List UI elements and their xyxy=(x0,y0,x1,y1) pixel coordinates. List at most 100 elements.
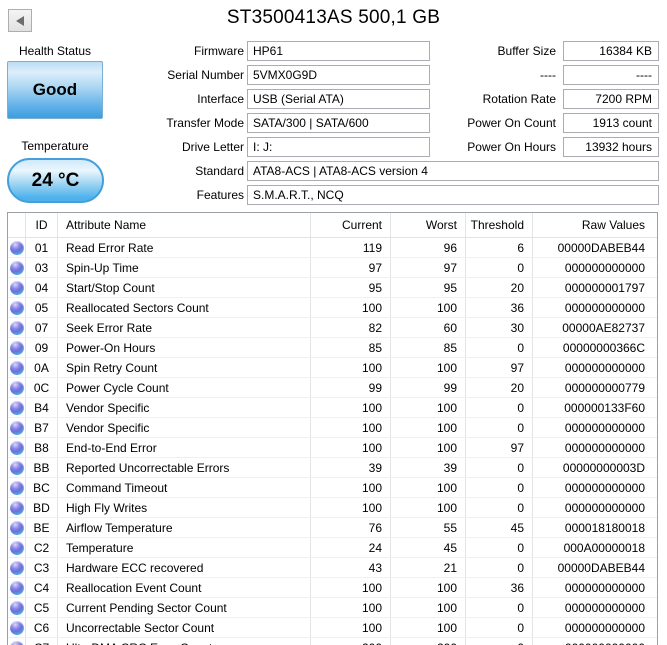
cell-name: Temperature xyxy=(58,538,311,557)
field-label: Buffer Size xyxy=(497,44,556,58)
cell-current: 82 xyxy=(311,318,391,337)
status-cell xyxy=(8,378,26,397)
field-value: USB (Serial ATA) xyxy=(253,92,344,106)
header-Current[interactable]: Current xyxy=(311,213,391,237)
cell-name: Start/Stop Count xyxy=(58,278,311,297)
cell-id: B4 xyxy=(26,398,58,417)
cell-threshold: 0 xyxy=(466,638,533,645)
header-Threshold[interactable]: Threshold xyxy=(466,213,533,237)
smart-row-B4[interactable]: B4 Vendor Specific 100 100 0 000000133F60 xyxy=(8,398,657,418)
smart-row-BB[interactable]: BB Reported Uncorrectable Errors 39 39 0 0000… xyxy=(8,458,657,478)
status-cell xyxy=(8,498,26,517)
smart-row-09[interactable]: 09 Power-On Hours 85 85 0 00000000366C xyxy=(8,338,657,358)
cell-name: Seek Error Rate xyxy=(58,318,311,337)
cell-threshold: 6 xyxy=(466,238,533,257)
header-Attribute Name[interactable]: Attribute Name xyxy=(58,213,311,237)
smart-row-07[interactable]: 07 Seek Error Rate 82 60 30 00000AE82737 xyxy=(8,318,657,338)
field-value: ATA8-ACS | ATA8-ACS version 4 xyxy=(253,164,428,178)
cell-id: 04 xyxy=(26,278,58,297)
cell-worst: 55 xyxy=(391,518,466,537)
cell-current: 95 xyxy=(311,278,391,297)
cell-current: 39 xyxy=(311,458,391,477)
cell-name: Airflow Temperature xyxy=(58,518,311,537)
cell-threshold: 20 xyxy=(466,378,533,397)
cell-worst: 97 xyxy=(391,258,466,277)
cell-raw: 00000DABEB44 xyxy=(557,240,645,255)
cell-threshold: 36 xyxy=(466,578,533,597)
cell-current: 24 xyxy=(311,538,391,557)
cell-threshold: 45 xyxy=(466,518,533,537)
cell-raw: 000000000000 xyxy=(564,420,645,435)
cell-threshold: 0 xyxy=(466,558,533,577)
cell-current: 200 xyxy=(311,638,391,645)
cell-current: 99 xyxy=(311,378,391,397)
status-orb-icon xyxy=(9,300,24,315)
smart-row-03[interactable]: 03 Spin-Up Time 97 97 0 000000000000 xyxy=(8,258,657,278)
field-label: Transfer Mode xyxy=(166,116,244,130)
cell-id: BE xyxy=(26,518,58,537)
smart-row-0C[interactable]: 0C Power Cycle Count 99 99 20 000000000779 xyxy=(8,378,657,398)
field-label: Firmware xyxy=(194,44,244,58)
cell-name: Vendor Specific xyxy=(58,398,311,417)
field-value: 16384 KB xyxy=(599,44,652,58)
cell-name: Power-On Hours xyxy=(58,338,311,357)
smart-row-C6[interactable]: C6 Uncorrectable Sector Count 100 100 0 00000… xyxy=(8,618,657,638)
cell-threshold: 97 xyxy=(466,358,533,377)
cell-id: C3 xyxy=(26,558,58,577)
cell-raw: 000018180018 xyxy=(564,520,645,535)
field-value: S.M.A.R.T., NCQ xyxy=(253,188,344,202)
field-value-box: S.M.A.R.T., NCQ xyxy=(247,185,659,205)
field-value-box: USB (Serial ATA) xyxy=(247,89,430,109)
status-orb-icon xyxy=(9,540,24,555)
cell-raw: 00000000366C xyxy=(562,340,645,355)
field-label: Rotation Rate xyxy=(482,92,556,106)
smart-row-01[interactable]: 01 Read Error Rate 119 96 6 00000DABEB44 xyxy=(8,238,657,258)
cell-worst: 60 xyxy=(391,318,466,337)
smart-row-C5[interactable]: C5 Current Pending Sector Count 100 100 0 000… xyxy=(8,598,657,618)
field-value: 5VMX0G9D xyxy=(253,68,318,82)
smart-row-B7[interactable]: B7 Vendor Specific 100 100 0 000000000000 xyxy=(8,418,657,438)
status-cell xyxy=(8,398,26,417)
cell-worst: 100 xyxy=(391,478,466,497)
status-cell xyxy=(8,638,26,645)
smart-row-C7[interactable]: C7UltraDMA CRC Error Count20020000000000… xyxy=(8,638,657,645)
field-value-box: 13932 hours xyxy=(563,137,659,157)
field-label: Serial Number xyxy=(167,68,244,82)
field-label: Interface xyxy=(197,92,244,106)
status-orb-icon xyxy=(9,600,24,615)
cell-threshold: 0 xyxy=(466,418,533,437)
cell-worst: 100 xyxy=(391,618,466,637)
smart-row-BD[interactable]: BD High Fly Writes 100 100 0 000000000000 xyxy=(8,498,657,518)
field-value-box: ATA8-ACS | ATA8-ACS version 4 xyxy=(247,161,659,181)
field-value: SATA/300 | SATA/600 xyxy=(253,116,369,130)
smart-row-04[interactable]: 04 Start/Stop Count 95 95 20 000000001797 xyxy=(8,278,657,298)
smart-row-C2[interactable]: C2 Temperature 24 45 0 000A00000018 xyxy=(8,538,657,558)
smart-row-BC[interactable]: BC Command Timeout 100 100 0 000000000000 xyxy=(8,478,657,498)
field-label: Power On Count xyxy=(467,116,556,130)
cell-name: Power Cycle Count xyxy=(58,378,311,397)
cell-worst: 96 xyxy=(391,238,466,257)
cell-id: 07 xyxy=(26,318,58,337)
counter-field-row: Buffer Size 16384 KB xyxy=(440,41,659,61)
smart-row-C4[interactable]: C4 Reallocation Event Count 100 100 36 000000… xyxy=(8,578,657,598)
smart-row-05[interactable]: 05 Reallocated Sectors Count 100 100 36 00000… xyxy=(8,298,657,318)
cell-threshold: 0 xyxy=(466,478,533,497)
smart-row-C3[interactable]: C3 Hardware ECC recovered 43 21 0 00000DABEB4… xyxy=(8,558,657,578)
status-orb-icon xyxy=(9,580,24,595)
smart-row-B8[interactable]: B8 End-to-End Error 100 100 97 000000000000 xyxy=(8,438,657,458)
status-orb-icon xyxy=(9,240,24,255)
cell-id: 0A xyxy=(26,358,58,377)
header-Worst[interactable]: Worst xyxy=(391,213,466,237)
header-status[interactable] xyxy=(8,213,26,237)
status-orb-icon xyxy=(9,340,24,355)
smart-row-0A[interactable]: 0A Spin Retry Count 100 100 97 000000000000 xyxy=(8,358,657,378)
status-cell xyxy=(8,318,26,337)
cell-raw: 000000000000 xyxy=(564,260,645,275)
header-ID[interactable]: ID xyxy=(26,213,58,237)
cell-raw: 000000000000 xyxy=(564,440,645,455)
header-Raw Values[interactable]: Raw Values xyxy=(533,213,657,237)
cell-current: 100 xyxy=(311,498,391,517)
smart-row-BE[interactable]: BE Airflow Temperature 76 55 45 000018180018 xyxy=(8,518,657,538)
status-orb-icon xyxy=(9,620,24,635)
field-value: 13932 hours xyxy=(585,140,652,154)
